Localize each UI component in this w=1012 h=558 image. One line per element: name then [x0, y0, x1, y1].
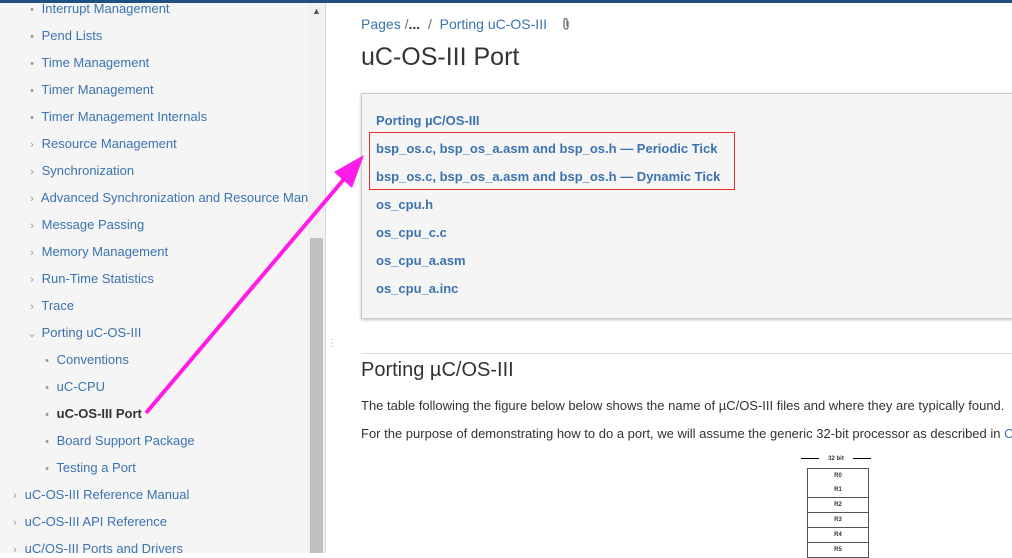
- sidebar-item-timer-management-internals[interactable]: • Timer Management Internals: [26, 106, 207, 128]
- chevron-right-icon[interactable]: ›: [26, 269, 38, 291]
- bullet-icon: •: [30, 85, 34, 97]
- sidebar-item-ports-and-drivers[interactable]: › uC/OS-III Ports and Drivers: [9, 538, 183, 553]
- sidebar-item-label: Timer Management Internals: [41, 109, 208, 124]
- bullet-icon: •: [30, 4, 34, 16]
- bullet-icon: •: [45, 463, 49, 475]
- sidebar-item-pend-lists[interactable]: • Pend Lists: [26, 25, 102, 47]
- chevron-right-icon[interactable]: ›: [26, 134, 38, 156]
- sidebar-item-label: uC-OS-III Reference Manual: [24, 487, 190, 502]
- sidebar-item-label: Run-Time Statistics: [41, 271, 154, 286]
- sidebar-item-synchronization[interactable]: › Synchronization: [26, 160, 134, 182]
- sidebar-item-label: Board Support Package: [56, 433, 195, 448]
- toc-link-os-cpu-a-inc[interactable]: os_cpu_a.inc: [376, 281, 458, 296]
- chevron-down-icon[interactable]: ⌄: [26, 323, 38, 345]
- breadcrumb-ellipsis[interactable]: ...: [408, 16, 420, 32]
- arrow-right-icon: [853, 458, 871, 459]
- toc-link-os-cpu-h[interactable]: os_cpu.h: [376, 197, 433, 212]
- chevron-right-icon[interactable]: ›: [9, 485, 21, 507]
- bullet-icon: •: [45, 355, 49, 367]
- paperclip-icon[interactable]: [561, 17, 571, 34]
- section-heading: Porting µC/OS-III: [361, 359, 514, 381]
- sidebar-item-api-reference[interactable]: › uC-OS-III API Reference: [9, 511, 167, 533]
- sidebar-item-label: Time Management: [41, 55, 150, 70]
- sidebar-item-reference-manual[interactable]: › uC-OS-III Reference Manual: [9, 484, 189, 506]
- bullet-icon: •: [30, 31, 34, 43]
- paragraph-link[interactable]: Co: [1004, 426, 1012, 441]
- sidebar-tree: • Interrupt Management • Pend Lists • Ti…: [0, 3, 326, 553]
- breadcrumb: Pages /... / Porting uC-OS-III: [361, 16, 571, 34]
- sidebar-item-label: Timer Management: [41, 82, 154, 97]
- bullet-icon: •: [45, 409, 49, 421]
- paragraph-files: The table following the figure below bel…: [361, 398, 1005, 413]
- register-width-label: 32 bit: [828, 456, 844, 462]
- toc-link-porting[interactable]: Porting µC/OS-III: [376, 113, 480, 128]
- breadcrumb-separator: /: [427, 16, 432, 32]
- paragraph-text: For the purpose of demonstrating how to …: [361, 426, 1005, 441]
- bullet-icon: •: [45, 436, 49, 448]
- sidebar-scrollbar[interactable]: ▲: [308, 3, 325, 553]
- chevron-right-icon[interactable]: ›: [9, 539, 21, 553]
- sidebar-item-label: Porting uC-OS-III: [41, 325, 142, 340]
- register-cell: R2: [807, 498, 869, 513]
- sidebar-item-label: Resource Management: [41, 136, 177, 151]
- register-diagram: 32 bit R0 R1 R2 R3 R4 R5: [801, 453, 871, 558]
- sidebar-item-trace[interactable]: › Trace: [26, 295, 74, 317]
- register-cell: R0: [807, 468, 869, 484]
- sidebar-item-label: Interrupt Management: [41, 3, 170, 16]
- sidebar-item-label: Memory Management: [41, 244, 169, 259]
- sidebar-item-label: Advanced Synchronization and Resource Ma…: [40, 190, 323, 205]
- sidebar-item-label: Trace: [41, 298, 75, 313]
- page-title: uC-OS-III Port: [361, 43, 520, 71]
- sidebar-item-advanced-synchronization[interactable]: › Advanced Synchronization and Resource …: [26, 187, 323, 209]
- sidebar-item-label: Message Passing: [41, 217, 145, 232]
- sidebar-item-label: Testing a Port: [56, 460, 136, 475]
- sidebar-item-uc-os-iii-port[interactable]: • uC-OS-III Port: [41, 403, 142, 425]
- sidebar-item-label: uC-CPU: [56, 379, 106, 394]
- chevron-right-icon[interactable]: ›: [26, 161, 38, 183]
- table-of-contents: Porting µC/OS-III bsp_os.c, bsp_os_a.asm…: [361, 93, 1012, 319]
- chevron-right-icon[interactable]: ›: [26, 215, 38, 237]
- chevron-right-icon[interactable]: ›: [26, 188, 38, 210]
- register-cell: R4: [807, 528, 869, 543]
- sidebar-item-time-management[interactable]: • Time Management: [26, 52, 149, 74]
- sidebar-item-interrupt-management[interactable]: • Interrupt Management: [26, 3, 170, 20]
- chevron-right-icon[interactable]: ›: [9, 512, 21, 534]
- sidebar-item-testing-a-port[interactable]: • Testing a Port: [41, 457, 136, 479]
- toc-link-os-cpu-a-asm[interactable]: os_cpu_a.asm: [376, 253, 466, 268]
- chevron-right-icon[interactable]: ›: [26, 296, 38, 318]
- sidebar-item-conventions[interactable]: • Conventions: [41, 349, 129, 371]
- sidebar-item-memory-management[interactable]: › Memory Management: [26, 241, 168, 263]
- sidebar-item-resource-management[interactable]: › Resource Management: [26, 133, 177, 155]
- bullet-icon: •: [45, 382, 49, 394]
- toc-link-periodic-tick[interactable]: bsp_os.c, bsp_os_a.asm and bsp_os.h — Pe…: [376, 141, 718, 156]
- chevron-right-icon[interactable]: ›: [26, 242, 38, 264]
- sidebar-item-label: uC-OS-III API Reference: [24, 514, 167, 529]
- register-cell: R1: [807, 483, 869, 498]
- register-cell: R5: [807, 543, 869, 558]
- sidebar-item-timer-management[interactable]: • Timer Management: [26, 79, 154, 101]
- bullet-icon: •: [30, 112, 34, 124]
- sidebar-item-porting-uc-os-iii[interactable]: ⌄ Porting uC-OS-III: [26, 322, 141, 344]
- sidebar-item-label: uC/OS-III Ports and Drivers: [24, 541, 183, 553]
- register-cell: R3: [807, 513, 869, 528]
- sidebar-item-label: Pend Lists: [41, 28, 103, 43]
- sidebar-item-label: Synchronization: [41, 163, 135, 178]
- toc-link-os-cpu-c[interactable]: os_cpu_c.c: [376, 225, 447, 240]
- sidebar-item-run-time-statistics[interactable]: › Run-Time Statistics: [26, 268, 154, 290]
- breadcrumb-pages-link[interactable]: Pages: [361, 16, 401, 32]
- main-content: Pages /... / Porting uC-OS-III uC-OS-III…: [326, 3, 1012, 558]
- scrollbar-thumb[interactable]: [310, 238, 323, 553]
- sidebar-item-uc-cpu[interactable]: • uC-CPU: [41, 376, 105, 398]
- sidebar-item-board-support-package[interactable]: • Board Support Package: [41, 430, 195, 452]
- section-divider: [361, 353, 1012, 354]
- bullet-icon: •: [30, 58, 34, 70]
- sidebar-item-label: Conventions: [56, 352, 129, 367]
- breadcrumb-parent-link[interactable]: Porting uC-OS-III: [440, 16, 547, 32]
- paragraph-generic-processor: For the purpose of demonstrating how to …: [361, 426, 1012, 441]
- sidebar-item-label: uC-OS-III Port: [56, 406, 142, 421]
- toc-link-dynamic-tick[interactable]: bsp_os.c, bsp_os_a.asm and bsp_os.h — Dy…: [376, 169, 720, 184]
- scroll-up-icon[interactable]: ▲: [308, 3, 325, 20]
- sidebar-item-message-passing[interactable]: › Message Passing: [26, 214, 144, 236]
